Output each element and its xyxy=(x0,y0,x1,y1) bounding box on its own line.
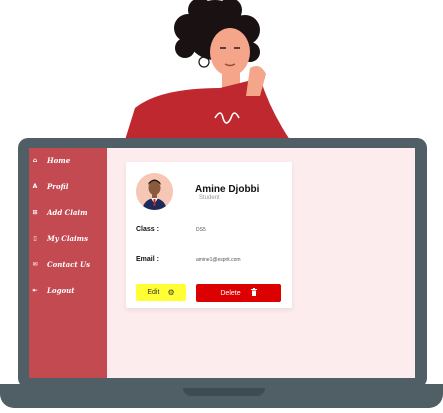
class-value: DS5 xyxy=(196,227,206,233)
email-value: amine1@esprit.com xyxy=(196,257,241,263)
avatar-portrait-icon xyxy=(136,173,173,210)
sidebar-item-label: Logout xyxy=(47,285,75,295)
sidebar-item-label: Add Claim xyxy=(47,207,88,217)
logout-icon: ⇤ xyxy=(32,286,38,294)
sidebar-item-label: Home xyxy=(47,155,71,165)
sidebar-item-add-claim[interactable]: ⊞ Add Claim xyxy=(29,203,107,221)
email-label: Email : xyxy=(136,256,159,263)
avatar xyxy=(136,173,173,210)
mail-icon: ✉ xyxy=(32,260,38,268)
trash-icon xyxy=(250,288,257,298)
home-icon: ⌂ xyxy=(32,156,38,164)
sidebar-item-contact-us[interactable]: ✉ Contact Us xyxy=(29,255,107,273)
delete-button[interactable]: Delete xyxy=(196,284,281,302)
sidebar-item-logout[interactable]: ⇤ Logout xyxy=(29,281,107,299)
document-icon: ▯ xyxy=(33,234,37,242)
edit-button-label: Edit xyxy=(147,289,160,296)
user-icon: A xyxy=(32,182,38,190)
gear-icon: ⚙ xyxy=(167,288,175,297)
sidebar-item-my-claims[interactable]: ▯ My Claims xyxy=(29,229,107,247)
sidebar-item-label: Profil xyxy=(47,181,69,191)
sidebar-item-label: Contact Us xyxy=(47,259,91,269)
character-illustration xyxy=(125,0,290,140)
add-document-icon: ⊞ xyxy=(32,208,38,216)
delete-button-label: Delete xyxy=(220,289,241,297)
edit-button[interactable]: Edit ⚙ xyxy=(136,284,186,301)
profile-name: Amine Djobbi xyxy=(195,184,260,195)
profile-role: Student xyxy=(199,195,220,201)
sidebar-item-label: My Claims xyxy=(47,233,89,243)
sidebar: ⌂ Home A Profil ⊞ Add Claim ▯ My Claims … xyxy=(29,148,107,378)
laptop-notch xyxy=(183,388,265,396)
class-label: Class : xyxy=(136,226,159,233)
sidebar-item-profil[interactable]: A Profil xyxy=(29,177,107,195)
sidebar-item-home[interactable]: ⌂ Home xyxy=(29,151,107,169)
